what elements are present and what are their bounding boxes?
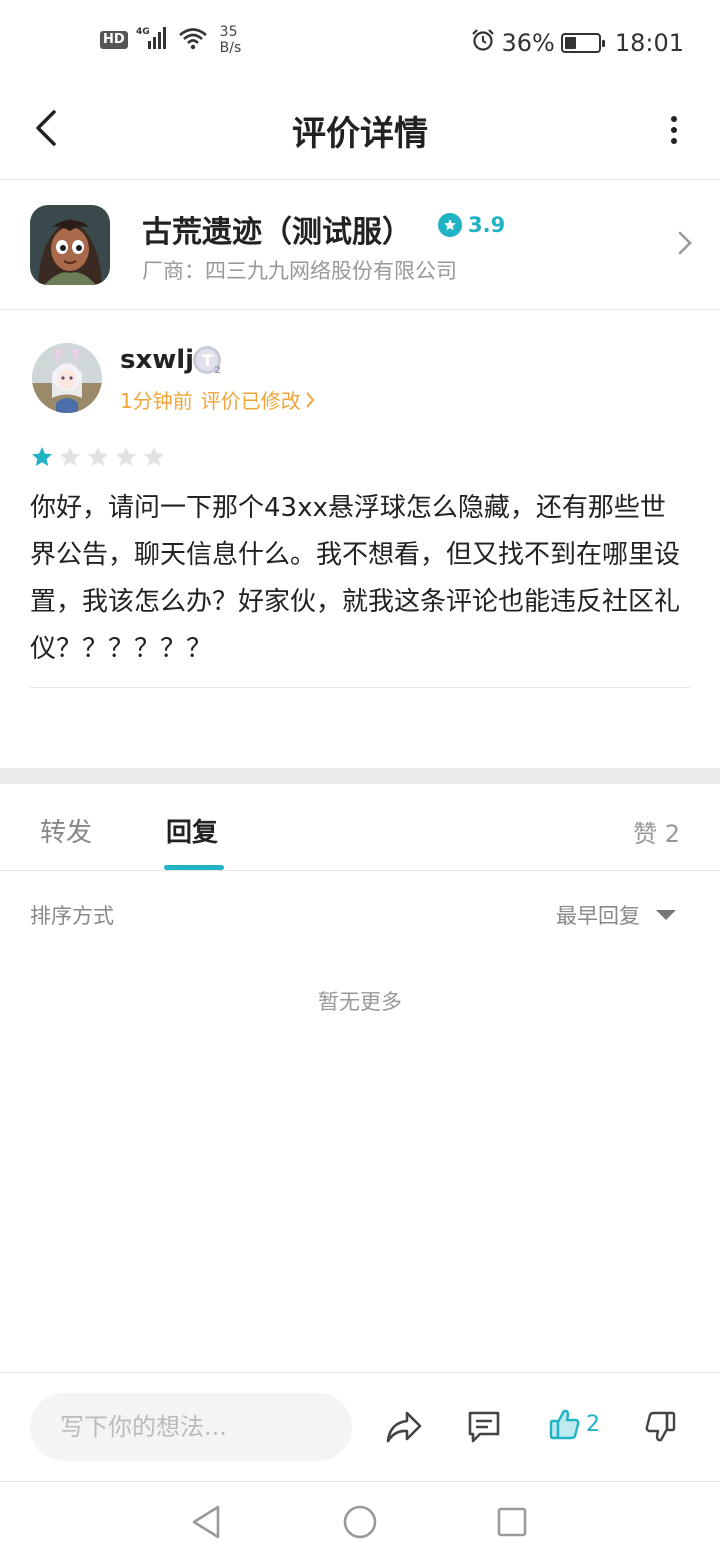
dropdown-arrow-icon [656, 910, 676, 920]
avatar[interactable] [32, 343, 102, 413]
page-title: 评价详情 [292, 114, 428, 154]
wifi-icon [178, 26, 208, 54]
review-time: 1分钟前 [120, 389, 193, 413]
app-name[interactable]: 古荒遗迹（测试服） [142, 207, 412, 251]
app-rating: 3.9 [438, 213, 505, 237]
tab-bar: 转发 回复 赞 2 [0, 784, 720, 871]
star-empty-icon [116, 447, 136, 466]
share-button[interactable] [384, 1407, 424, 1447]
battery-percent: 36% [501, 29, 555, 57]
username[interactable]: sxwlj [120, 345, 194, 375]
dislike-button[interactable] [640, 1407, 680, 1447]
sort-label: 排序方式 [30, 904, 114, 928]
star-empty-icon [144, 447, 164, 466]
app-icon[interactable] [30, 205, 110, 285]
network-speed-value: 35 [219, 24, 238, 40]
empty-state: 暂无更多 [318, 990, 402, 1014]
sort-bar: 排序方式 最早回复 [0, 872, 720, 952]
comment-icon [468, 1411, 500, 1443]
more-dot-icon [671, 138, 677, 144]
svg-text:T: T [202, 351, 213, 370]
section-divider [0, 768, 720, 784]
like-button[interactable]: 2 [548, 1407, 600, 1441]
review-text: 你好，请问一下那个43xx悬浮球怎么隐藏，还有那些世界公告，聊天信息什么。我不想… [30, 493, 681, 664]
alarm-icon [471, 28, 495, 58]
app-rating-value: 3.9 [468, 213, 506, 237]
review-edited-label: 评价已修改 [200, 389, 301, 413]
star-rating [30, 445, 166, 469]
battery-fill [564, 37, 577, 49]
battery-icon [560, 33, 605, 53]
comment-input[interactable] [30, 1393, 352, 1461]
review: sxwlj T 2 1分钟前 评价已修改 你好，请问一下那个43xx悬浮球怎么隐… [0, 311, 720, 767]
tab-reply[interactable]: 回复 [166, 812, 218, 849]
page: HD 4G 35 B/s 36% 18:01 评价详情 古荒遗迹（测试服） 3.… [0, 0, 720, 1560]
more-dot-icon [671, 116, 677, 122]
thumbs-up-icon [549, 1409, 580, 1440]
bottom-action-bar: 2 [0, 1372, 720, 1480]
status-right: 36% 18:01 [471, 28, 684, 58]
triangle-back-icon [192, 1505, 220, 1539]
review-meta: 1分钟前 评价已修改 [120, 385, 315, 414]
hd-badge: HD [100, 31, 128, 49]
divider [30, 687, 690, 688]
svg-text:4G: 4G [136, 27, 150, 37]
cellular-signal-icon: 4G [136, 25, 170, 55]
nav-recents-button[interactable] [492, 1502, 532, 1542]
share-icon [386, 1411, 422, 1443]
sort-selected: 最早回复 [556, 904, 640, 928]
system-nav-bar [0, 1481, 720, 1560]
app-vendor: 厂商：四三九九网络股份有限公司 [142, 259, 457, 283]
square-recents-icon [497, 1507, 527, 1537]
level-badge-icon: T 2 [192, 345, 224, 377]
comment-button[interactable] [464, 1407, 504, 1447]
nav-home-button[interactable] [340, 1502, 380, 1542]
star-filled-icon [32, 447, 52, 466]
likes-count[interactable]: 赞 2 [633, 814, 680, 849]
chevron-right-icon[interactable] [678, 231, 692, 259]
review-edited-link[interactable]: 评价已修改 [201, 385, 315, 414]
tab-forward[interactable]: 转发 [40, 812, 92, 849]
sort-dropdown[interactable]: 最早回复 [556, 900, 676, 930]
more-options-button[interactable] [664, 112, 684, 148]
clock: 18:01 [614, 29, 684, 57]
svg-text:2: 2 [214, 365, 221, 376]
nav-back-button[interactable] [186, 1502, 226, 1542]
chevron-right-small-icon [305, 391, 315, 408]
star-empty-icon [88, 447, 108, 466]
header: 评价详情 [0, 84, 720, 180]
circle-home-icon [343, 1505, 377, 1539]
status-left: HD 4G 35 B/s [100, 24, 241, 56]
active-tab-indicator [164, 865, 224, 870]
more-dot-icon [671, 127, 677, 133]
app-card[interactable]: 古荒遗迹（测试服） 3.9 厂商：四三九九网络股份有限公司 [0, 181, 720, 310]
network-speed-unit: B/s [219, 40, 242, 56]
star-icon [438, 213, 462, 237]
network-speed: 35 B/s [220, 24, 242, 56]
status-bar: HD 4G 35 B/s 36% 18:01 [0, 0, 720, 84]
like-count: 2 [586, 1411, 600, 1437]
star-empty-icon [60, 447, 80, 466]
thumbs-down-icon [645, 1411, 676, 1442]
